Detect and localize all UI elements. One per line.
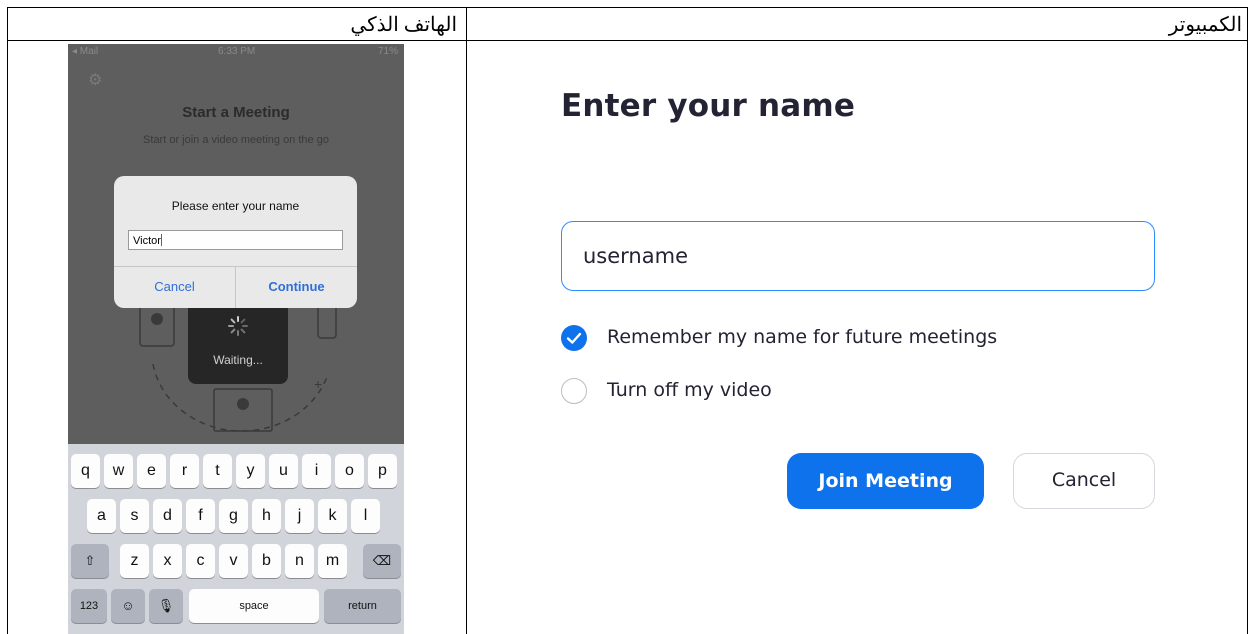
- turn-off-video-label[interactable]: Turn off my video: [607, 379, 772, 401]
- dialog-cancel-button[interactable]: Cancel: [114, 266, 235, 308]
- key-e[interactable]: e: [137, 454, 166, 488]
- key-h[interactable]: h: [252, 499, 281, 533]
- name-input[interactable]: username: [561, 221, 1155, 291]
- key-i[interactable]: i: [302, 454, 331, 488]
- key-c[interactable]: c: [186, 544, 215, 578]
- name-prompt-dialog: Please enter your name Victor Cancel Con…: [114, 176, 357, 308]
- desktop-page-title: Enter your name: [561, 88, 856, 124]
- column-header-computer: الكمبيوتر: [1168, 14, 1242, 36]
- key-m[interactable]: m: [318, 544, 347, 578]
- key-n[interactable]: n: [285, 544, 314, 578]
- name-input-value: username: [583, 244, 688, 268]
- name-field[interactable]: Victor: [128, 230, 343, 250]
- dialog-continue-button[interactable]: Continue: [236, 266, 357, 308]
- key-g[interactable]: g: [219, 499, 248, 533]
- svg-text:+: +: [314, 376, 322, 392]
- phone-screenshot: ◂ Mail 6:33 PM 71% ⚙ Start a Meeting Sta…: [68, 44, 404, 634]
- key-b[interactable]: b: [252, 544, 281, 578]
- emoji-icon[interactable]: ☺: [111, 589, 145, 623]
- shift-key[interactable]: ⇧: [71, 544, 109, 578]
- space-key[interactable]: space: [189, 589, 319, 623]
- remember-name-checkbox[interactable]: [561, 325, 587, 351]
- status-carrier: ◂ Mail: [72, 46, 99, 57]
- checkmark-icon: [566, 332, 582, 344]
- key-w[interactable]: w: [104, 454, 133, 488]
- name-field-value: Victor: [133, 235, 161, 247]
- phone-page-subtitle: Start or join a video meeting on the go: [143, 134, 329, 146]
- remember-name-label[interactable]: Remember my name for future meetings: [607, 326, 997, 348]
- turn-off-video-checkbox[interactable]: [561, 378, 587, 404]
- key-s[interactable]: s: [120, 499, 149, 533]
- key-v[interactable]: v: [219, 544, 248, 578]
- key-l[interactable]: l: [351, 499, 380, 533]
- gear-icon[interactable]: ⚙: [88, 72, 106, 90]
- table-header-divider: [7, 40, 1248, 41]
- phone-page-title: Start a Meeting: [182, 104, 290, 121]
- key-o[interactable]: o: [335, 454, 364, 488]
- key-q[interactable]: q: [71, 454, 100, 488]
- numbers-key[interactable]: 123: [71, 589, 107, 623]
- key-a[interactable]: a: [87, 499, 116, 533]
- key-r[interactable]: r: [170, 454, 199, 488]
- join-meeting-button[interactable]: Join Meeting: [787, 453, 984, 509]
- key-x[interactable]: x: [153, 544, 182, 578]
- key-p[interactable]: p: [368, 454, 397, 488]
- key-f[interactable]: f: [186, 499, 215, 533]
- spinner-icon: [228, 316, 248, 336]
- key-t[interactable]: t: [203, 454, 232, 488]
- status-time: 6:33 PM: [218, 46, 256, 57]
- backspace-key[interactable]: ⌫: [363, 544, 401, 578]
- dialog-title: Please enter your name: [171, 199, 300, 213]
- on-screen-keyboard: q w e r t y u i o p a s d f g h j k l ⇧ …: [68, 444, 404, 634]
- key-j[interactable]: j: [285, 499, 314, 533]
- microphone-icon[interactable]: 🎙: [149, 589, 183, 623]
- key-z[interactable]: z: [120, 544, 149, 578]
- waiting-indicator: Waiting...: [188, 308, 288, 384]
- return-key[interactable]: return: [324, 589, 401, 623]
- table-column-divider: [466, 7, 467, 634]
- text-cursor: [160, 234, 162, 246]
- status-bar: ◂ Mail 6:33 PM 71%: [68, 44, 404, 64]
- status-battery: 71%: [377, 46, 398, 57]
- key-u[interactable]: u: [269, 454, 298, 488]
- key-k[interactable]: k: [318, 499, 347, 533]
- key-y[interactable]: y: [236, 454, 265, 488]
- waiting-label: Waiting...: [213, 353, 263, 367]
- key-d[interactable]: d: [153, 499, 182, 533]
- column-header-phone: الهاتف الذكي: [350, 14, 457, 36]
- cancel-button[interactable]: Cancel: [1013, 453, 1155, 509]
